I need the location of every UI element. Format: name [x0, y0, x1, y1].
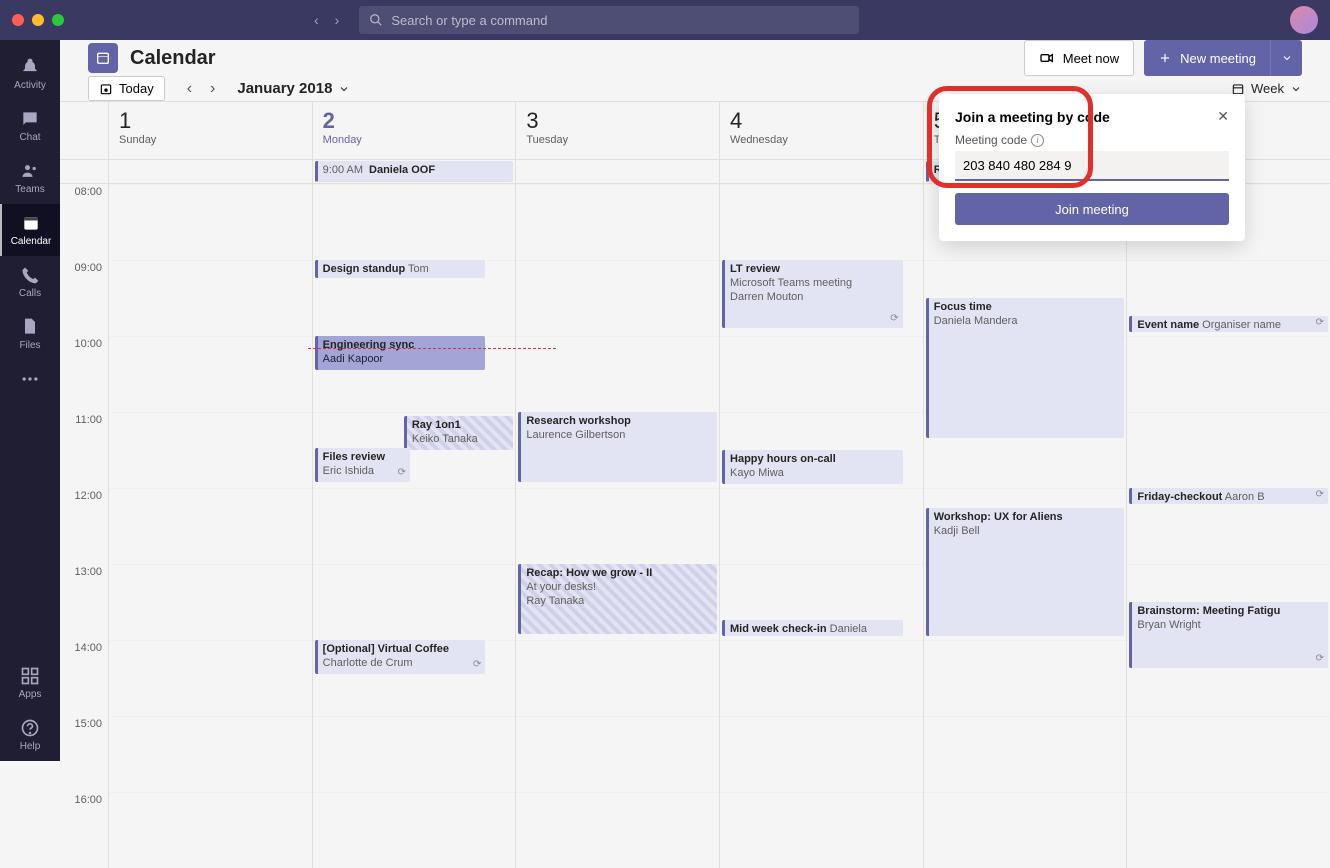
time-column: 08:00 09:00 10:00 11:00 12:00 13:00 14:0…	[60, 184, 108, 868]
rail-apps[interactable]: Apps	[0, 657, 60, 709]
day-column-friday[interactable]: Event name Organiser name⟳ Friday-checko…	[1126, 184, 1330, 868]
rail-calendar[interactable]: Calendar	[0, 204, 60, 256]
new-meeting-button[interactable]: New meeting	[1144, 40, 1270, 76]
join-meeting-button[interactable]: Join meeting	[955, 193, 1229, 225]
meet-now-button[interactable]: Meet now	[1024, 40, 1134, 76]
event[interactable]: [Optional] Virtual CoffeeCharlotte de Cr…	[315, 640, 486, 674]
day-column-monday[interactable]: Design standup Tom Engineering syncAadi …	[312, 184, 516, 868]
meet-now-icon	[1039, 50, 1055, 66]
rail-teams[interactable]: Teams	[0, 152, 60, 204]
rail-help[interactable]: Help	[0, 709, 60, 761]
event[interactable]: Happy hours on-callKayo Miwa	[722, 450, 903, 484]
event[interactable]: Focus timeDaniela Mandera	[926, 298, 1125, 438]
time-grid: 08:00 09:00 10:00 11:00 12:00 13:00 14:0…	[60, 184, 1330, 868]
new-meeting-dropdown[interactable]	[1270, 40, 1302, 76]
day-header[interactable]: 4Wednesday	[719, 102, 923, 159]
search-placeholder: Search or type a command	[391, 13, 547, 28]
current-time-line	[308, 348, 556, 349]
event[interactable]: Ray 1on1Keiko Tanaka	[404, 416, 513, 450]
recurring-icon: ⟳	[398, 466, 406, 480]
search-input[interactable]: Search or type a command	[359, 6, 859, 34]
rail-calls[interactable]: Calls	[0, 256, 60, 308]
join-meeting-popover: Join a meeting by code ✕ Meeting code i …	[939, 94, 1245, 241]
rail-more[interactable]	[0, 360, 60, 400]
recurring-icon: ⟳	[473, 658, 481, 672]
today-button[interactable]: Today	[88, 76, 165, 101]
event[interactable]: Workshop: UX for AliensKadji Bell	[926, 508, 1125, 636]
day-header[interactable]: 2Monday	[312, 102, 516, 159]
close-window[interactable]	[12, 14, 24, 26]
window-controls	[12, 14, 64, 26]
maximize-window[interactable]	[52, 14, 64, 26]
event[interactable]: LT reviewMicrosoft Teams meetingDarren M…	[722, 260, 903, 328]
day-column-tuesday[interactable]: Research workshopLaurence Gilbertson Rec…	[515, 184, 719, 868]
allday-event[interactable]: 9:00 AM Daniela OOF	[315, 161, 514, 182]
search-icon	[369, 13, 383, 27]
page-title: Calendar	[130, 47, 1024, 70]
today-icon	[99, 82, 113, 96]
event[interactable]: Engineering syncAadi Kapoor	[315, 336, 486, 370]
prev-week[interactable]: ‹	[187, 80, 192, 98]
recurring-icon: ⟳	[1316, 488, 1324, 502]
event[interactable]: Files reviewEric Ishida⟳	[315, 448, 410, 482]
titlebar: ‹ › Search or type a command	[0, 0, 1330, 40]
event[interactable]: Design standup Tom	[315, 260, 486, 278]
rail-files[interactable]: Files	[0, 308, 60, 360]
info-icon[interactable]: i	[1031, 134, 1044, 147]
history-nav: ‹ ›	[314, 12, 339, 28]
day-header[interactable]: 1Sunday	[108, 102, 312, 159]
date-range-picker[interactable]: January 2018	[237, 80, 350, 97]
minimize-window[interactable]	[32, 14, 44, 26]
event[interactable]: Brainstorm: Meeting FatiguBryan Wright⟳	[1129, 602, 1328, 668]
meeting-code-input[interactable]	[955, 151, 1229, 181]
event[interactable]: Recap: How we grow - IIAt your desks!Ray…	[518, 564, 717, 634]
day-column-thursday[interactable]: Focus timeDaniela Mandera Workshop: UX f…	[923, 184, 1127, 868]
chevron-down-icon	[1290, 83, 1302, 95]
chevron-down-icon	[338, 83, 350, 95]
popover-title: Join a meeting by code	[955, 109, 1110, 125]
calendar-icon	[88, 43, 118, 73]
page-header: Calendar Meet now New meeting	[60, 40, 1330, 76]
rail-chat[interactable]: Chat	[0, 100, 60, 152]
event[interactable]: Research workshopLaurence Gilbertson	[518, 412, 717, 482]
forward-button[interactable]: ›	[335, 12, 340, 28]
recurring-icon: ⟳	[1316, 316, 1324, 330]
day-column-sunday[interactable]	[108, 184, 312, 868]
event[interactable]: Friday-checkout Aaron B ⟳	[1129, 488, 1328, 504]
user-avatar[interactable]	[1290, 6, 1318, 34]
recurring-icon: ⟳	[1316, 652, 1324, 666]
day-column-wednesday[interactable]: LT reviewMicrosoft Teams meetingDarren M…	[719, 184, 923, 868]
day-header[interactable]: 3Tuesday	[515, 102, 719, 159]
recurring-icon: ⟳	[890, 312, 898, 326]
event[interactable]: Event name Organiser name⟳	[1129, 316, 1328, 332]
event[interactable]: Mid week check-in Daniela	[722, 620, 903, 636]
chevron-down-icon	[1281, 52, 1293, 64]
popover-close[interactable]: ✕	[1217, 108, 1229, 125]
back-button[interactable]: ‹	[314, 12, 319, 28]
app-rail: Activity Chat Teams Calendar Calls Files	[0, 40, 60, 761]
rail-activity[interactable]: Activity	[0, 48, 60, 100]
plus-icon	[1158, 51, 1172, 65]
next-week[interactable]: ›	[210, 80, 215, 98]
popover-label: Meeting code i	[955, 133, 1229, 147]
